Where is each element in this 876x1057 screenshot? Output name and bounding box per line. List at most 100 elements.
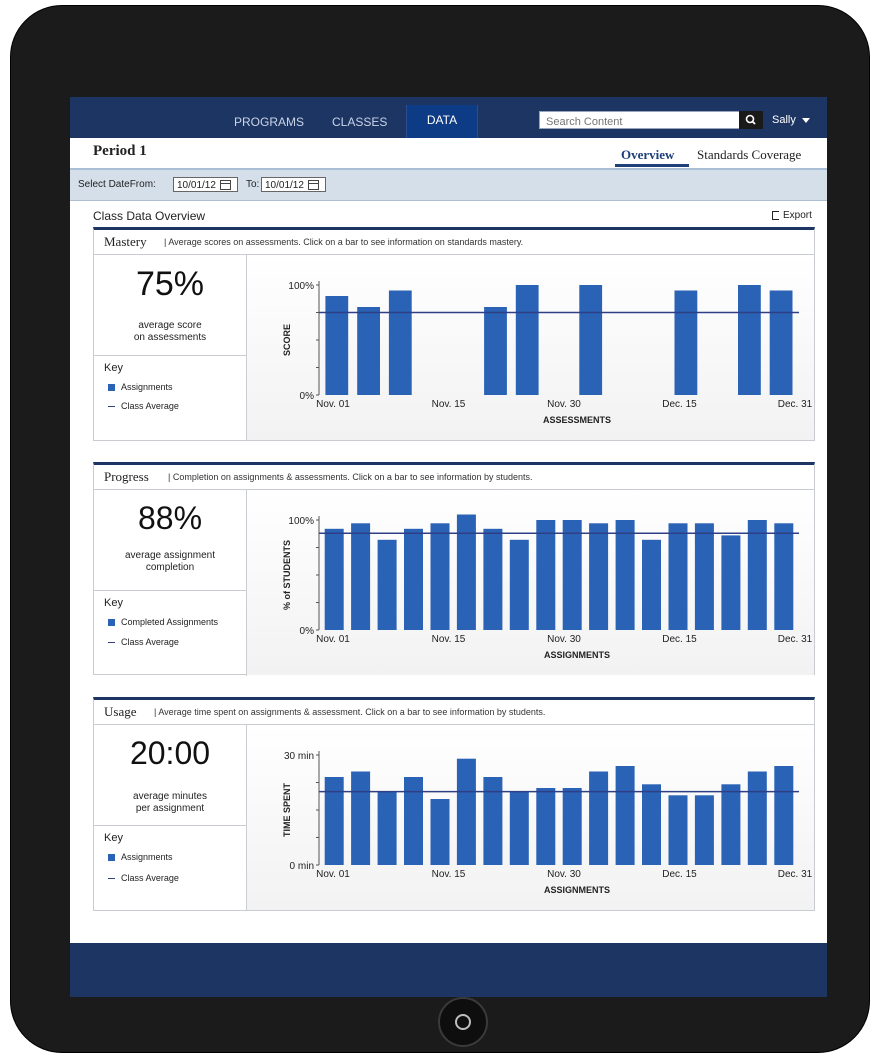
x-tick-label: Dec. 31: [778, 869, 813, 880]
bottom-bar: [70, 943, 827, 997]
chart-bar[interactable]: [774, 523, 794, 630]
x-tick-label: Nov. 30: [547, 634, 581, 645]
home-button[interactable]: [438, 997, 488, 1047]
nav-data[interactable]: DATA: [406, 105, 478, 138]
progress-panel: Progress | Completion on assignments & a…: [93, 462, 815, 676]
user-menu[interactable]: Sally: [772, 111, 810, 129]
chart-bar[interactable]: [430, 523, 450, 630]
chart-bar[interactable]: [388, 290, 412, 396]
key-title: Key: [104, 597, 123, 609]
stat-box: 75% average score on assessments: [94, 255, 247, 355]
chart-bar[interactable]: [738, 285, 761, 395]
chart-bar[interactable]: [377, 539, 397, 630]
page-title: Period 1: [93, 143, 147, 159]
chart-bar[interactable]: [325, 296, 349, 395]
chart-bar[interactable]: [430, 799, 450, 865]
y-tick-label: 0 min: [290, 861, 314, 872]
search-button[interactable]: [739, 111, 763, 129]
search-input[interactable]: [540, 114, 726, 130]
y-tick-label: 30 min: [284, 751, 314, 762]
x-axis-label: ASSIGNMENTS: [544, 885, 610, 895]
chart-bar[interactable]: [404, 777, 423, 865]
stat-label: average assignment completion: [124, 550, 216, 573]
chart-bar[interactable]: [721, 535, 741, 630]
chart-bar[interactable]: [668, 795, 688, 865]
calendar-icon[interactable]: [307, 180, 319, 191]
chart-bar[interactable]: [536, 788, 556, 865]
to-label: To:: [246, 179, 260, 190]
chart-bar[interactable]: [747, 520, 767, 630]
tab-standards-coverage[interactable]: Standards Coverage: [697, 147, 801, 163]
chart-bar[interactable]: [456, 514, 476, 631]
chart-bar[interactable]: [562, 520, 582, 630]
panel-header: Progress | Completion on assignments & a…: [94, 465, 814, 490]
chart-bar[interactable]: [509, 791, 529, 865]
chart-bar[interactable]: [747, 771, 767, 866]
y-tick-label: 100%: [288, 516, 314, 527]
chart-bar[interactable]: [456, 758, 476, 865]
chart-bar[interactable]: [615, 766, 635, 865]
x-axis-label: ASSIGNMENTS: [544, 650, 610, 660]
chart-key: Key Completed Assignments Class Average: [94, 590, 247, 676]
section-title: Class Data Overview: [93, 209, 206, 223]
chart-bar[interactable]: [483, 777, 503, 865]
y-axis-label: % of STUDENTS: [282, 540, 292, 610]
chart-bar[interactable]: [579, 285, 603, 395]
line-swatch-icon: [108, 642, 115, 644]
bar-swatch-icon: [108, 619, 115, 627]
to-date-field[interactable]: 10/01/12: [261, 177, 326, 192]
key-item-bars: Assignments: [108, 382, 173, 392]
chart-bar[interactable]: [351, 523, 371, 630]
chart-bar[interactable]: [589, 771, 609, 866]
nav-programs[interactable]: PROGRAMS: [234, 112, 304, 138]
chart-bar[interactable]: [484, 307, 507, 395]
home-icon: [455, 1014, 471, 1030]
chart-bar[interactable]: [721, 784, 741, 865]
chart-bar[interactable]: [668, 523, 688, 630]
chart-bar[interactable]: [615, 520, 635, 630]
x-tick-label: Dec. 15: [662, 634, 697, 645]
chart-bar[interactable]: [562, 788, 582, 865]
key-title: Key: [104, 362, 123, 374]
chart-bar[interactable]: [324, 777, 344, 865]
panel-title: Progress: [104, 469, 149, 484]
panel-description: | Average scores on assessments. Click o…: [164, 237, 524, 247]
panel-title: Usage: [104, 704, 137, 719]
top-navbar: PROGRAMS CLASSES DATA Sally: [70, 97, 827, 138]
y-axis-label: TIME SPENT: [282, 783, 292, 838]
chart-bar[interactable]: [515, 285, 539, 395]
chart-bar[interactable]: [774, 766, 794, 865]
calendar-icon[interactable]: [219, 180, 231, 191]
chart-bar[interactable]: [694, 523, 714, 630]
from-date-field[interactable]: 10/01/12: [173, 177, 238, 192]
date-filter-bar: Select DateFrom: 10/01/12 To: 10/01/12: [70, 170, 827, 201]
nav-classes[interactable]: CLASSES: [332, 112, 387, 138]
export-icon: [772, 210, 779, 220]
stat-box: 88% average assignment completion: [94, 490, 247, 590]
chart-bar[interactable]: [357, 307, 380, 395]
stat-value: 20:00: [129, 735, 211, 771]
chart-bar[interactable]: [351, 771, 371, 866]
chevron-down-icon: [801, 117, 810, 123]
chart-bar[interactable]: [642, 539, 661, 630]
chart-bar[interactable]: [694, 795, 714, 865]
export-button[interactable]: Export: [772, 210, 812, 221]
chart-bar[interactable]: [589, 523, 609, 630]
user-name: Sally: [772, 114, 796, 126]
chart-bar[interactable]: [509, 539, 529, 630]
x-tick-label: Nov. 30: [547, 869, 581, 880]
tab-overview[interactable]: Overview: [621, 147, 674, 163]
chart-bar[interactable]: [674, 290, 698, 396]
panel-description: | Average time spent on assignments & as…: [154, 707, 546, 717]
chart-bar[interactable]: [642, 784, 661, 865]
chart-bar[interactable]: [536, 520, 556, 630]
mastery-panel: Mastery | Average scores on assessments.…: [93, 227, 815, 441]
chart-bar[interactable]: [324, 528, 344, 630]
chart-bar[interactable]: [483, 528, 503, 630]
chart-bar[interactable]: [769, 290, 793, 396]
key-item-average: Class Average: [108, 637, 179, 647]
mastery-chart-area: 100% 0% SCORE Nov. 01 Nov. 15 Nov. 30 Dec. 15 D…: [247, 255, 814, 440]
chart-bar[interactable]: [404, 528, 423, 630]
chart-bar[interactable]: [377, 791, 397, 865]
progress-chart: 100% 0% % of STUDENTS Nov. 01 Nov. 15 Nov. 30…: [282, 514, 813, 660]
